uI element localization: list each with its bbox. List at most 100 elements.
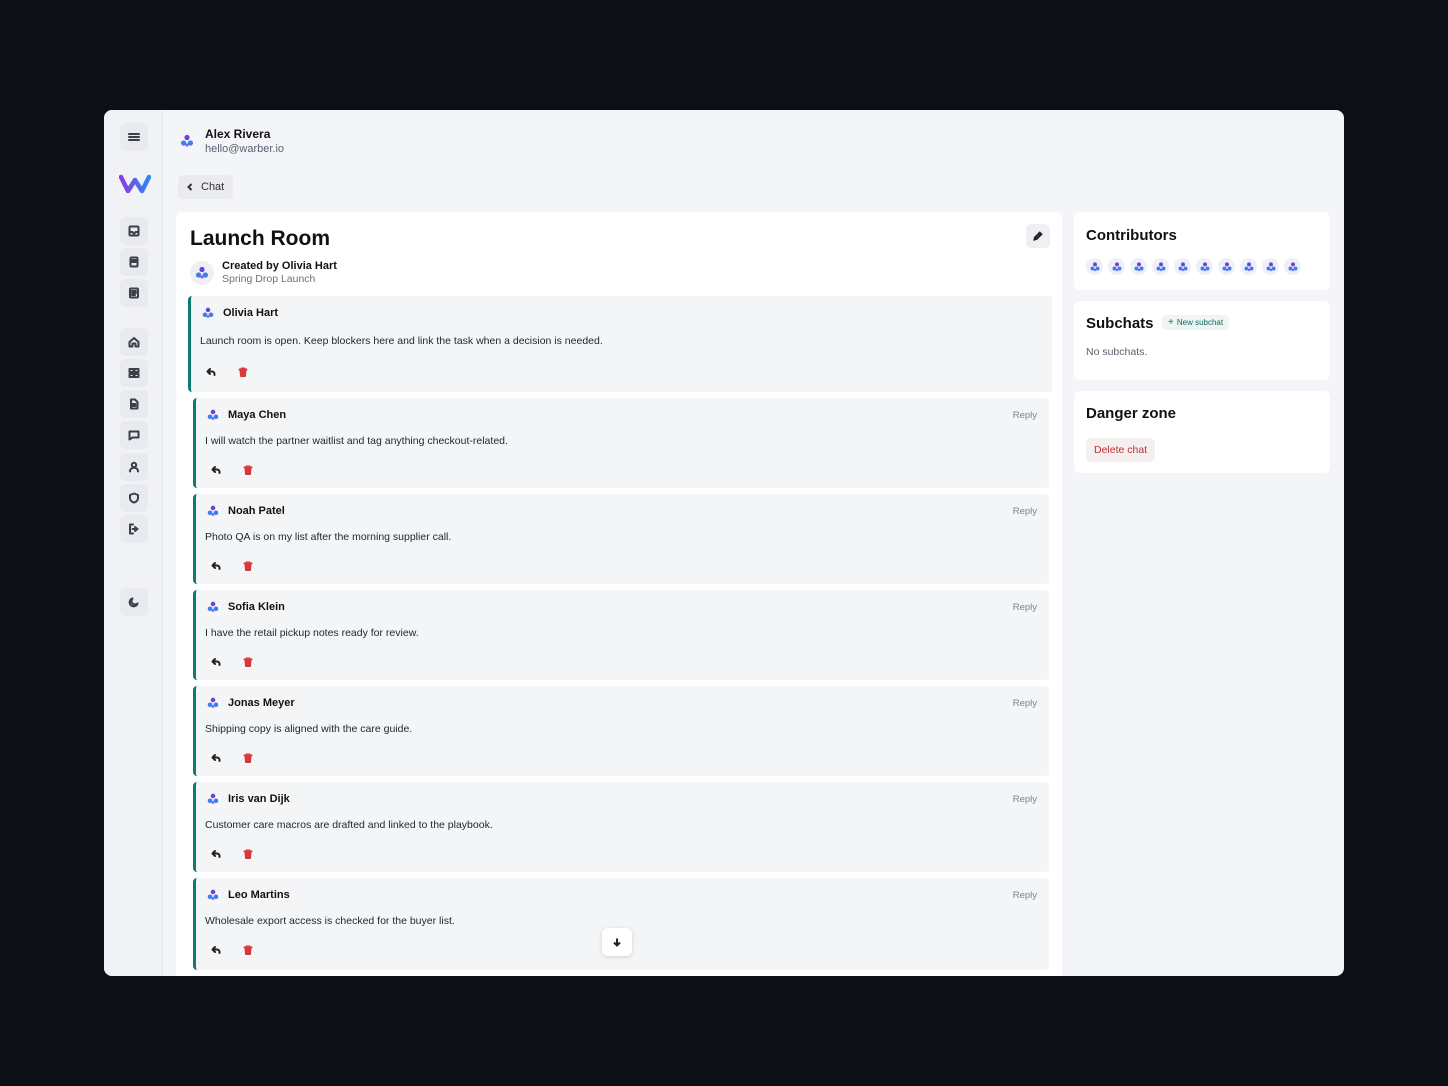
reply-item: Jonas Meyer Reply Shipping copy is align… <box>193 686 1049 776</box>
shield-icon[interactable] <box>120 484 148 512</box>
avatar[interactable] <box>1174 258 1191 275</box>
avatar <box>206 888 220 902</box>
reply-icon[interactable] <box>201 362 221 382</box>
project-name: Spring Drop Launch <box>222 273 316 285</box>
reply-item: Leo Martins Reply Wholesale export acces… <box>193 878 1049 970</box>
reply-link[interactable]: Reply <box>1013 698 1037 709</box>
avatar <box>206 696 220 710</box>
avatar[interactable] <box>1284 258 1301 275</box>
user-name: Alex Rivera <box>205 127 271 141</box>
user-email: hello@warber.io <box>205 143 285 155</box>
reply-icon[interactable] <box>206 652 226 672</box>
message-text: Wholesale export access is checked for t… <box>205 915 455 927</box>
scroll-down-button[interactable] <box>602 928 632 956</box>
home-icon[interactable] <box>120 328 148 356</box>
contributors-panel: Contributors <box>1074 212 1330 290</box>
reply-icon[interactable] <box>206 556 226 576</box>
avatar[interactable] <box>1086 258 1103 275</box>
pencil-icon <box>1033 231 1043 241</box>
page-title: Launch Room <box>190 227 330 250</box>
trash-icon[interactable] <box>238 940 258 960</box>
message-author: Olivia Hart <box>223 307 279 319</box>
reply-icon[interactable] <box>206 460 226 480</box>
avatar <box>206 792 220 806</box>
current-user: Alex Rivera hello@warber.io <box>179 127 284 155</box>
message-author: Noah Patel <box>228 505 285 517</box>
back-button[interactable]: Chat <box>178 175 234 199</box>
reply-icon[interactable] <box>206 844 226 864</box>
moon-icon[interactable] <box>120 588 148 616</box>
trash-icon[interactable] <box>238 460 258 480</box>
trash-icon[interactable] <box>238 748 258 768</box>
trash-icon[interactable] <box>238 844 258 864</box>
arrow-down-icon <box>613 938 621 947</box>
message-author: Jonas Meyer <box>228 697 295 709</box>
avatar <box>190 260 214 285</box>
chevron-left-icon <box>187 183 193 191</box>
trash-icon[interactable] <box>238 652 258 672</box>
document-icon[interactable] <box>120 390 148 418</box>
avatar[interactable] <box>1152 258 1169 275</box>
logout-icon[interactable] <box>120 515 148 543</box>
user-icon[interactable] <box>120 453 148 481</box>
message-item: Olivia Hart Launch room is open. Keep bl… <box>188 296 1052 392</box>
delete-chat-button[interactable]: Delete chat <box>1086 438 1156 462</box>
avatar <box>206 600 220 614</box>
trash-icon[interactable] <box>238 556 258 576</box>
brand-logo <box>119 174 151 194</box>
subchats-title: Subchats <box>1086 315 1154 332</box>
danger-zone-title: Danger zone <box>1086 405 1177 422</box>
plus-icon: + <box>1168 316 1174 328</box>
subchats-panel: Subchats + New subchat No subchats. <box>1074 301 1330 380</box>
empty-state-text: No subchats. <box>1086 346 1148 358</box>
avatar[interactable] <box>1218 258 1235 275</box>
reply-link[interactable]: Reply <box>1013 410 1037 421</box>
reply-link[interactable]: Reply <box>1013 506 1037 517</box>
reply-link[interactable]: Reply <box>1013 602 1037 613</box>
dashboard-icon[interactable] <box>120 359 148 387</box>
danger-zone-panel: Danger zone Delete chat <box>1074 391 1330 473</box>
creator-name: Created by Olivia Hart <box>222 260 337 272</box>
avatar[interactable] <box>1262 258 1279 275</box>
reply-item: Sofia Klein Reply I have the retail pick… <box>193 590 1049 680</box>
back-label: Chat <box>201 181 225 193</box>
avatar <box>179 133 195 149</box>
reply-icon[interactable] <box>206 748 226 768</box>
menu-icon[interactable] <box>120 123 148 151</box>
notes-icon[interactable] <box>120 248 148 276</box>
message-text: Launch room is open. Keep blockers here … <box>200 335 603 347</box>
avatar[interactable] <box>1108 258 1125 275</box>
list-icon[interactable] <box>120 279 148 307</box>
avatar <box>206 504 220 518</box>
edit-button[interactable] <box>1026 224 1050 248</box>
avatar[interactable] <box>1130 258 1147 275</box>
message-text: I will watch the partner waitlist and ta… <box>205 435 508 447</box>
message-text: I have the retail pickup notes ready for… <box>205 627 419 639</box>
chat-icon[interactable] <box>120 421 148 449</box>
contributors-title: Contributors <box>1086 227 1177 244</box>
avatar <box>206 408 220 422</box>
sidebar <box>104 110 163 976</box>
message-author: Leo Martins <box>228 889 290 901</box>
app-window: Alex Rivera hello@warber.io Chat Launch … <box>104 110 1344 976</box>
chat-panel: Launch Room Created by Olivia Hart Sprin… <box>176 212 1062 976</box>
avatar[interactable] <box>1240 258 1257 275</box>
message-author: Iris van Dijk <box>228 793 290 805</box>
trash-icon[interactable] <box>233 362 253 382</box>
inbox-icon[interactable] <box>120 217 148 245</box>
new-subchat-label: New subchat <box>1176 318 1224 327</box>
avatar <box>201 306 215 320</box>
message-text: Customer care macros are drafted and lin… <box>205 819 493 831</box>
reply-icon[interactable] <box>206 940 226 960</box>
avatar[interactable] <box>1196 258 1213 275</box>
reply-link[interactable]: Reply <box>1013 890 1037 901</box>
new-subchat-button[interactable]: + New subchat <box>1162 315 1230 330</box>
creator-info: Created by Olivia Hart Spring Drop Launc… <box>190 260 337 285</box>
reply-item: Noah Patel Reply Photo QA is on my list … <box>193 494 1049 584</box>
reply-item: Iris van Dijk Reply Customer care macros… <box>193 782 1049 872</box>
message-author: Maya Chen <box>228 409 287 421</box>
reply-link[interactable]: Reply <box>1013 794 1037 805</box>
message-author: Sofia Klein <box>228 601 285 613</box>
contributors-list <box>1086 258 1301 275</box>
message-text: Shipping copy is aligned with the care g… <box>205 723 413 735</box>
